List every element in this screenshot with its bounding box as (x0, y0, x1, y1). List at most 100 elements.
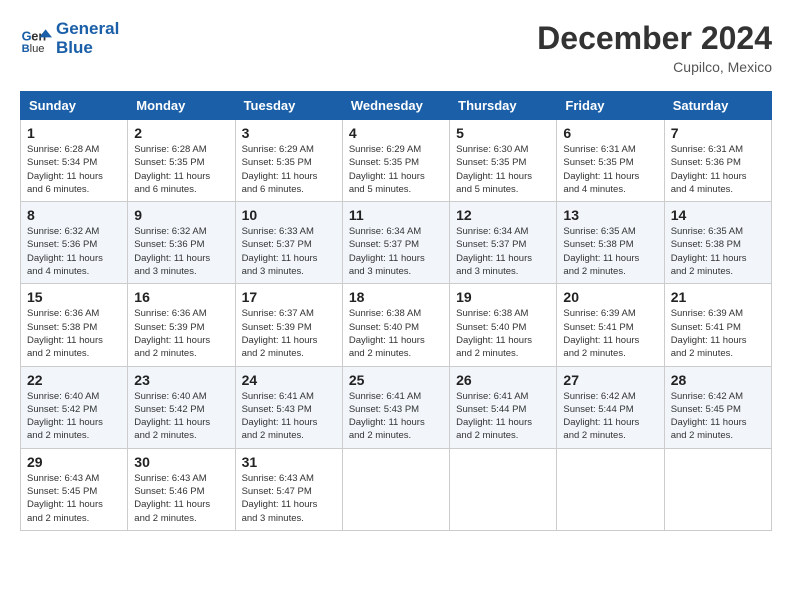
day-info: Sunrise: 6:29 AM Sunset: 5:35 PM Dayligh… (349, 143, 443, 196)
calendar-table: SundayMondayTuesdayWednesdayThursdayFrid… (20, 91, 772, 531)
calendar-day-header: Wednesday (342, 92, 449, 120)
calendar-cell: 19 Sunrise: 6:38 AM Sunset: 5:40 PM Dayli… (450, 284, 557, 366)
calendar-cell: 22 Sunrise: 6:40 AM Sunset: 5:42 PM Dayli… (21, 366, 128, 448)
day-info: Sunrise: 6:40 AM Sunset: 5:42 PM Dayligh… (134, 390, 228, 443)
day-number: 13 (563, 207, 657, 223)
calendar-week-row: 22 Sunrise: 6:40 AM Sunset: 5:42 PM Dayli… (21, 366, 772, 448)
calendar-day-header: Monday (128, 92, 235, 120)
day-number: 27 (563, 372, 657, 388)
day-number: 30 (134, 454, 228, 470)
calendar-week-row: 8Sunrise: 6:32 AM Sunset: 5:36 PM Daylig… (21, 202, 772, 284)
day-number: 2 (134, 125, 228, 141)
month-title: December 2024 (537, 20, 772, 57)
calendar-cell (557, 448, 664, 530)
calendar-cell: 11Sunrise: 6:34 AM Sunset: 5:37 PM Dayli… (342, 202, 449, 284)
calendar-day-header: Sunday (21, 92, 128, 120)
day-info: Sunrise: 6:28 AM Sunset: 5:35 PM Dayligh… (134, 143, 228, 196)
day-number: 22 (27, 372, 121, 388)
day-number: 3 (242, 125, 336, 141)
calendar-cell: 25 Sunrise: 6:41 AM Sunset: 5:43 PM Dayli… (342, 366, 449, 448)
logo-line2: Blue (56, 39, 119, 58)
calendar-cell: 7 Sunrise: 6:31 AM Sunset: 5:36 PM Daylig… (664, 120, 771, 202)
logo-icon: G e n B lue (20, 23, 52, 55)
day-number: 11 (349, 207, 443, 223)
day-number: 16 (134, 289, 228, 305)
day-number: 5 (456, 125, 550, 141)
calendar-cell: 4 Sunrise: 6:29 AM Sunset: 5:35 PM Daylig… (342, 120, 449, 202)
day-info: Sunrise: 6:32 AM Sunset: 5:36 PM Dayligh… (27, 225, 121, 278)
day-number: 28 (671, 372, 765, 388)
day-info: Sunrise: 6:41 AM Sunset: 5:43 PM Dayligh… (349, 390, 443, 443)
day-number: 20 (563, 289, 657, 305)
calendar-week-row: 1 Sunrise: 6:28 AM Sunset: 5:34 PM Daylig… (21, 120, 772, 202)
day-number: 23 (134, 372, 228, 388)
day-info: Sunrise: 6:33 AM Sunset: 5:37 PM Dayligh… (242, 225, 336, 278)
calendar-cell: 31Sunrise: 6:43 AM Sunset: 5:47 PM Dayli… (235, 448, 342, 530)
day-number: 4 (349, 125, 443, 141)
calendar-cell (342, 448, 449, 530)
day-info: Sunrise: 6:41 AM Sunset: 5:43 PM Dayligh… (242, 390, 336, 443)
day-number: 15 (27, 289, 121, 305)
day-info: Sunrise: 6:28 AM Sunset: 5:34 PM Dayligh… (27, 143, 121, 196)
day-number: 7 (671, 125, 765, 141)
location: Cupilco, Mexico (537, 59, 772, 75)
calendar-cell: 18Sunrise: 6:38 AM Sunset: 5:40 PM Dayli… (342, 284, 449, 366)
svg-text:B: B (22, 42, 30, 54)
calendar-cell: 12Sunrise: 6:34 AM Sunset: 5:37 PM Dayli… (450, 202, 557, 284)
calendar-cell: 23 Sunrise: 6:40 AM Sunset: 5:42 PM Dayli… (128, 366, 235, 448)
day-info: Sunrise: 6:43 AM Sunset: 5:46 PM Dayligh… (134, 472, 228, 525)
calendar-cell: 30 Sunrise: 6:43 AM Sunset: 5:46 PM Dayli… (128, 448, 235, 530)
day-number: 31 (242, 454, 336, 470)
calendar-cell (664, 448, 771, 530)
day-info: Sunrise: 6:30 AM Sunset: 5:35 PM Dayligh… (456, 143, 550, 196)
calendar-cell: 20 Sunrise: 6:39 AM Sunset: 5:41 PM Dayli… (557, 284, 664, 366)
day-info: Sunrise: 6:29 AM Sunset: 5:35 PM Dayligh… (242, 143, 336, 196)
calendar-cell: 2 Sunrise: 6:28 AM Sunset: 5:35 PM Daylig… (128, 120, 235, 202)
calendar-cell: 6Sunrise: 6:31 AM Sunset: 5:35 PM Daylig… (557, 120, 664, 202)
calendar-cell: 17Sunrise: 6:37 AM Sunset: 5:39 PM Dayli… (235, 284, 342, 366)
day-info: Sunrise: 6:35 AM Sunset: 5:38 PM Dayligh… (563, 225, 657, 278)
day-number: 18 (349, 289, 443, 305)
calendar-day-header: Thursday (450, 92, 557, 120)
day-info: Sunrise: 6:31 AM Sunset: 5:36 PM Dayligh… (671, 143, 765, 196)
day-number: 9 (134, 207, 228, 223)
calendar-cell: 9 Sunrise: 6:32 AM Sunset: 5:36 PM Daylig… (128, 202, 235, 284)
calendar-cell: 16Sunrise: 6:36 AM Sunset: 5:39 PM Dayli… (128, 284, 235, 366)
calendar-cell: 10 Sunrise: 6:33 AM Sunset: 5:37 PM Dayli… (235, 202, 342, 284)
day-number: 19 (456, 289, 550, 305)
day-info: Sunrise: 6:32 AM Sunset: 5:36 PM Dayligh… (134, 225, 228, 278)
day-info: Sunrise: 6:43 AM Sunset: 5:45 PM Dayligh… (27, 472, 121, 525)
calendar-cell: 14 Sunrise: 6:35 AM Sunset: 5:38 PM Dayli… (664, 202, 771, 284)
day-number: 10 (242, 207, 336, 223)
calendar-cell: 28 Sunrise: 6:42 AM Sunset: 5:45 PM Dayli… (664, 366, 771, 448)
calendar-week-row: 15Sunrise: 6:36 AM Sunset: 5:38 PM Dayli… (21, 284, 772, 366)
calendar-cell: 8Sunrise: 6:32 AM Sunset: 5:36 PM Daylig… (21, 202, 128, 284)
day-info: Sunrise: 6:42 AM Sunset: 5:45 PM Dayligh… (671, 390, 765, 443)
day-info: Sunrise: 6:41 AM Sunset: 5:44 PM Dayligh… (456, 390, 550, 443)
day-number: 25 (349, 372, 443, 388)
day-number: 1 (27, 125, 121, 141)
calendar-day-header: Saturday (664, 92, 771, 120)
page-header: G e n B lue General Blue December 2024 C… (20, 20, 772, 75)
calendar-cell: 1 Sunrise: 6:28 AM Sunset: 5:34 PM Daylig… (21, 120, 128, 202)
day-info: Sunrise: 6:40 AM Sunset: 5:42 PM Dayligh… (27, 390, 121, 443)
calendar-cell: 24Sunrise: 6:41 AM Sunset: 5:43 PM Dayli… (235, 366, 342, 448)
day-info: Sunrise: 6:39 AM Sunset: 5:41 PM Dayligh… (563, 307, 657, 360)
calendar-day-header: Friday (557, 92, 664, 120)
day-number: 26 (456, 372, 550, 388)
svg-text:lue: lue (30, 42, 45, 54)
svg-text:G: G (22, 28, 32, 43)
day-info: Sunrise: 6:42 AM Sunset: 5:44 PM Dayligh… (563, 390, 657, 443)
calendar-cell: 13 Sunrise: 6:35 AM Sunset: 5:38 PM Dayli… (557, 202, 664, 284)
calendar-cell (450, 448, 557, 530)
day-number: 14 (671, 207, 765, 223)
calendar-cell: 21Sunrise: 6:39 AM Sunset: 5:41 PM Dayli… (664, 284, 771, 366)
calendar-cell: 15Sunrise: 6:36 AM Sunset: 5:38 PM Dayli… (21, 284, 128, 366)
calendar-header-row: SundayMondayTuesdayWednesdayThursdayFrid… (21, 92, 772, 120)
calendar-cell: 27 Sunrise: 6:42 AM Sunset: 5:44 PM Dayli… (557, 366, 664, 448)
day-info: Sunrise: 6:31 AM Sunset: 5:35 PM Dayligh… (563, 143, 657, 196)
calendar-day-header: Tuesday (235, 92, 342, 120)
day-number: 29 (27, 454, 121, 470)
day-info: Sunrise: 6:38 AM Sunset: 5:40 PM Dayligh… (456, 307, 550, 360)
day-info: Sunrise: 6:35 AM Sunset: 5:38 PM Dayligh… (671, 225, 765, 278)
